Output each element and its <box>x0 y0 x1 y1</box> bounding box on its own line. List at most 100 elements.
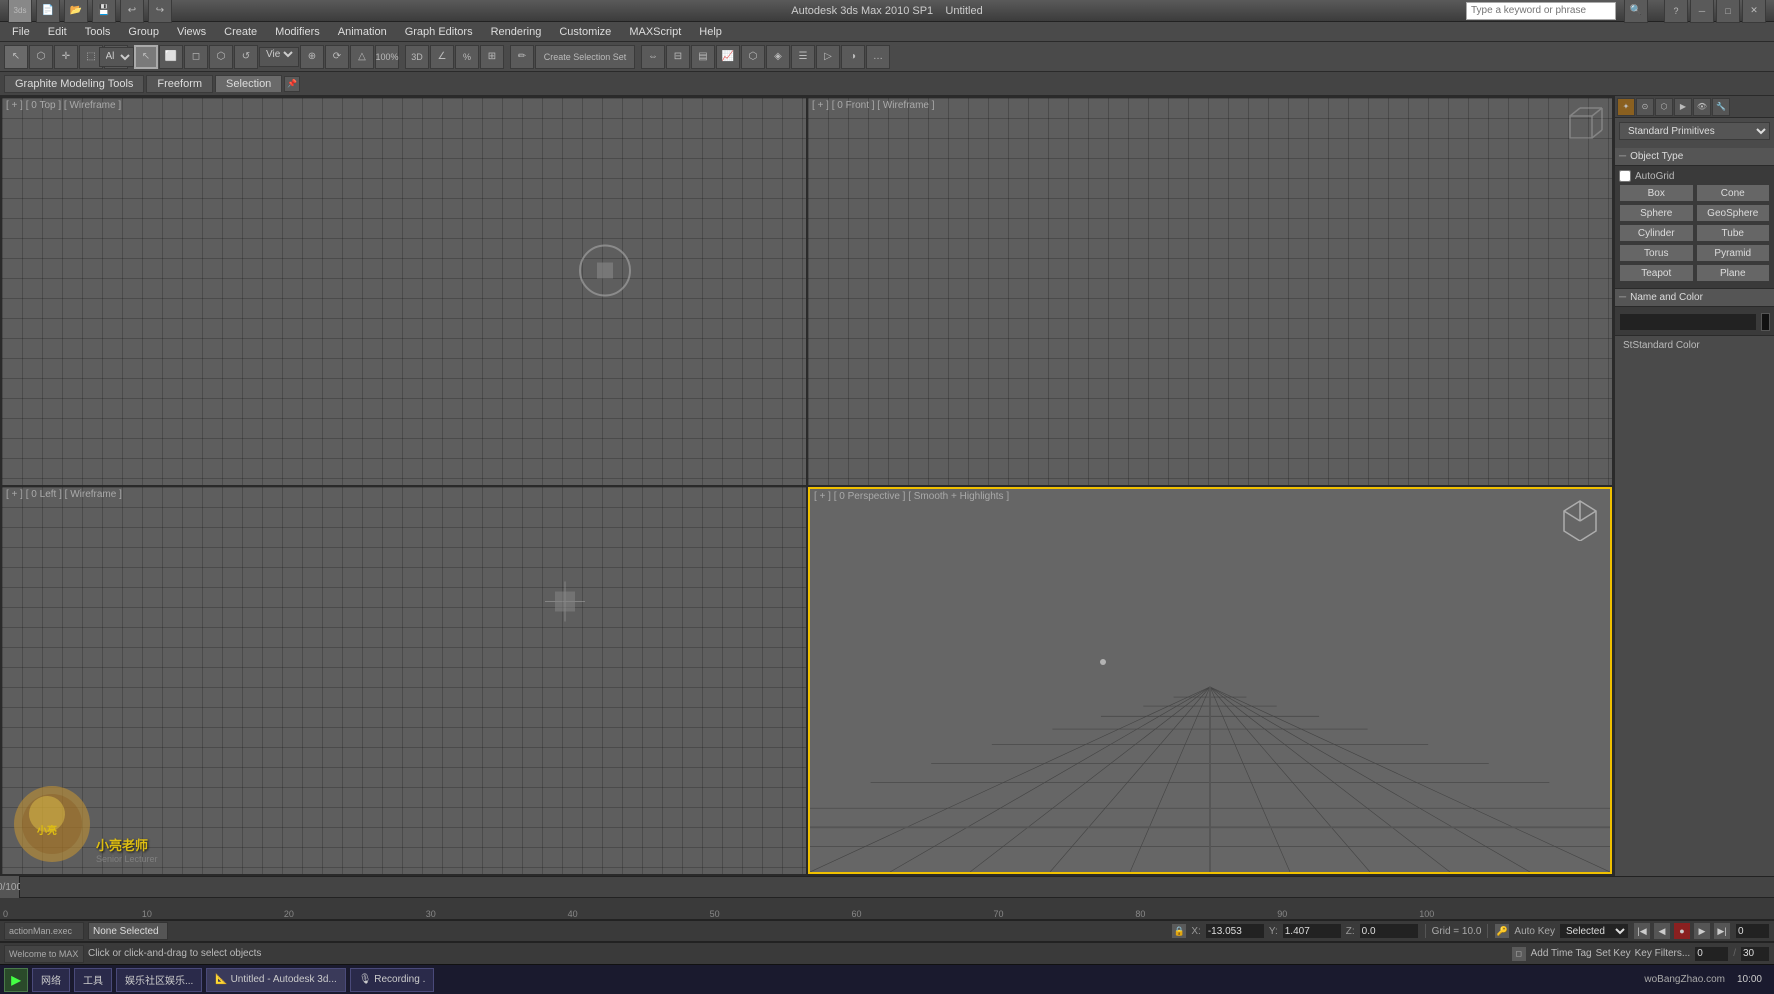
menu-maxscript[interactable]: MAXScript <box>621 25 689 39</box>
curve-editor-btn[interactable]: 📈 <box>716 45 740 69</box>
taskbar-entertainment[interactable]: 娱乐社区娱乐... <box>116 968 202 992</box>
anim-record-btn[interactable]: ● <box>1673 922 1691 940</box>
btn-sphere[interactable]: Sphere <box>1619 204 1694 222</box>
layer-btn[interactable]: ▤ <box>691 45 715 69</box>
close-btn[interactable]: ✕ <box>1742 0 1766 23</box>
menu-group[interactable]: Group <box>120 25 167 39</box>
activeshade-btn[interactable]: ◑ <box>841 45 865 69</box>
search-input[interactable] <box>1466 2 1616 20</box>
btn-tube[interactable]: Tube <box>1696 224 1771 242</box>
edit-named-sel-btn[interactable]: ✏ <box>510 45 534 69</box>
extra-btn[interactable]: … <box>866 45 890 69</box>
select-filter-btn[interactable]: ⬡ <box>29 45 53 69</box>
snap-spinner-btn[interactable]: ⊞ <box>480 45 504 69</box>
anim-play-btn[interactable]: ▶ <box>1693 922 1711 940</box>
tab-graphite[interactable]: Graphite Modeling Tools <box>4 75 144 93</box>
timeline-track[interactable] <box>20 877 1774 897</box>
rp-create-btn[interactable]: ✦ <box>1617 98 1635 116</box>
render-btn[interactable]: ▷ <box>816 45 840 69</box>
align-btn[interactable]: ⊟ <box>666 45 690 69</box>
create-sel-set-btn[interactable]: Create Selection Set <box>535 45 635 69</box>
menu-customize[interactable]: Customize <box>551 25 619 39</box>
new-btn[interactable]: 📄 <box>36 0 60 23</box>
schematic-btn[interactable]: ⬡ <box>741 45 765 69</box>
anim-start-btn[interactable]: |◀ <box>1633 922 1651 940</box>
menu-file[interactable]: File <box>4 25 38 39</box>
menu-views[interactable]: Views <box>169 25 214 39</box>
btn-torus[interactable]: Torus <box>1619 244 1694 262</box>
save-btn[interactable]: 💾 <box>92 0 116 23</box>
menu-help[interactable]: Help <box>691 25 730 39</box>
menu-create[interactable]: Create <box>216 25 265 39</box>
y-coord-input[interactable] <box>1282 923 1342 939</box>
frame-rate-input[interactable] <box>1740 946 1770 962</box>
minimize-btn[interactable]: ─ <box>1690 0 1714 23</box>
viewport-left[interactable]: [ + ] [ 0 Left ] [ Wireframe ] <box>2 487 806 874</box>
menu-modifiers[interactable]: Modifiers <box>267 25 328 39</box>
menu-edit[interactable]: Edit <box>40 25 75 39</box>
open-btn[interactable]: 📂 <box>64 0 88 23</box>
timeline-left-btn[interactable]: 0/100 <box>0 876 20 898</box>
filter-select[interactable]: All <box>99 47 134 67</box>
mini-btn[interactable]: ◻ <box>1511 946 1527 962</box>
taskbar-network[interactable]: 网络 <box>32 968 70 992</box>
rp-utilities-btn[interactable]: 🔧 <box>1712 98 1730 116</box>
transform-btn[interactable]: ⊕ <box>300 45 324 69</box>
object-name-input[interactable] <box>1619 313 1757 331</box>
undo-btn[interactable]: ↩ <box>120 0 144 23</box>
mirror-btn[interactable]: ⇔ <box>641 45 665 69</box>
lock-btn[interactable]: 🔒 <box>1171 923 1187 939</box>
search-icon[interactable]: 🔍 <box>1624 0 1648 23</box>
btn-cylinder[interactable]: Cylinder <box>1619 224 1694 242</box>
select-object-btn[interactable]: ↖ <box>134 45 158 69</box>
btn-box[interactable]: Box <box>1619 184 1694 202</box>
taskbar-3dsmax[interactable]: 📐 Untitled - Autodesk 3d... <box>206 968 345 992</box>
toggle-btn[interactable]: ⬡ <box>209 45 233 69</box>
selected-dropdown[interactable]: Selected <box>1559 923 1629 939</box>
primitives-dropdown[interactable]: Standard Primitives <box>1619 122 1770 140</box>
key-icon[interactable]: 🔑 <box>1494 923 1510 939</box>
rp-hierarchy-btn[interactable]: ⬡ <box>1655 98 1673 116</box>
material-btn[interactable]: ◈ <box>766 45 790 69</box>
percent-btn[interactable]: 100% <box>375 45 399 69</box>
snap-angle-btn[interactable]: ∠ <box>430 45 454 69</box>
btn-cone[interactable]: Cone <box>1696 184 1771 202</box>
snap-3d-btn[interactable]: 3D <box>405 45 429 69</box>
rp-name-color-header[interactable]: ─ Name and Color <box>1615 289 1774 307</box>
scale-btn[interactable]: △ <box>350 45 374 69</box>
taskbar-tools[interactable]: 工具 <box>74 968 112 992</box>
btn-plane[interactable]: Plane <box>1696 264 1771 282</box>
rp-motion-btn[interactable]: ▶ <box>1674 98 1692 116</box>
menu-tools[interactable]: Tools <box>77 25 119 39</box>
btn-geosphere[interactable]: GeoSphere <box>1696 204 1771 222</box>
menu-rendering[interactable]: Rendering <box>483 25 550 39</box>
move-btn[interactable]: ✛ <box>54 45 78 69</box>
view-select[interactable]: View <box>259 47 299 67</box>
viewport-front[interactable]: [ + ] [ 0 Front ] [ Wireframe ] <box>808 98 1612 485</box>
filter-dropdown-btn[interactable]: All <box>104 45 128 69</box>
btn-pyramid[interactable]: Pyramid <box>1696 244 1771 262</box>
frame-input[interactable] <box>1735 923 1770 939</box>
menu-graph-editors[interactable]: Graph Editors <box>397 25 481 39</box>
select-region-btn[interactable]: ⬜ <box>159 45 183 69</box>
help-btn[interactable]: ? <box>1664 0 1688 23</box>
x-coord-input[interactable] <box>1205 923 1265 939</box>
anim-prev-btn[interactable]: ◀ <box>1653 922 1671 940</box>
cycle-btn[interactable]: ↺ <box>234 45 258 69</box>
maximize-btn[interactable]: □ <box>1716 0 1740 23</box>
redo-btn[interactable]: ↪ <box>148 0 172 23</box>
rp-modify-btn[interactable]: ⊙ <box>1636 98 1654 116</box>
taskbar-recording[interactable]: 🎙 Recording . <box>350 968 435 992</box>
rp-object-type-header[interactable]: ─ Object Type <box>1615 148 1774 166</box>
window-btn[interactable]: ◻ <box>184 45 208 69</box>
rp-display-btn[interactable]: 👁 <box>1693 98 1711 116</box>
snap-percent-btn[interactable]: % <box>455 45 479 69</box>
frame-count-input[interactable] <box>1694 946 1729 962</box>
viewport-top[interactable]: [ + ] [ 0 Top ] [ Wireframe ] <box>2 98 806 485</box>
anim-next-btn[interactable]: ▶| <box>1713 922 1731 940</box>
btn-teapot[interactable]: Teapot <box>1619 264 1694 282</box>
select-mode-btn[interactable]: ↖ <box>4 45 28 69</box>
z-coord-input[interactable] <box>1359 923 1419 939</box>
start-button[interactable]: ▶ <box>4 968 28 992</box>
tab-selection[interactable]: Selection <box>215 75 282 92</box>
